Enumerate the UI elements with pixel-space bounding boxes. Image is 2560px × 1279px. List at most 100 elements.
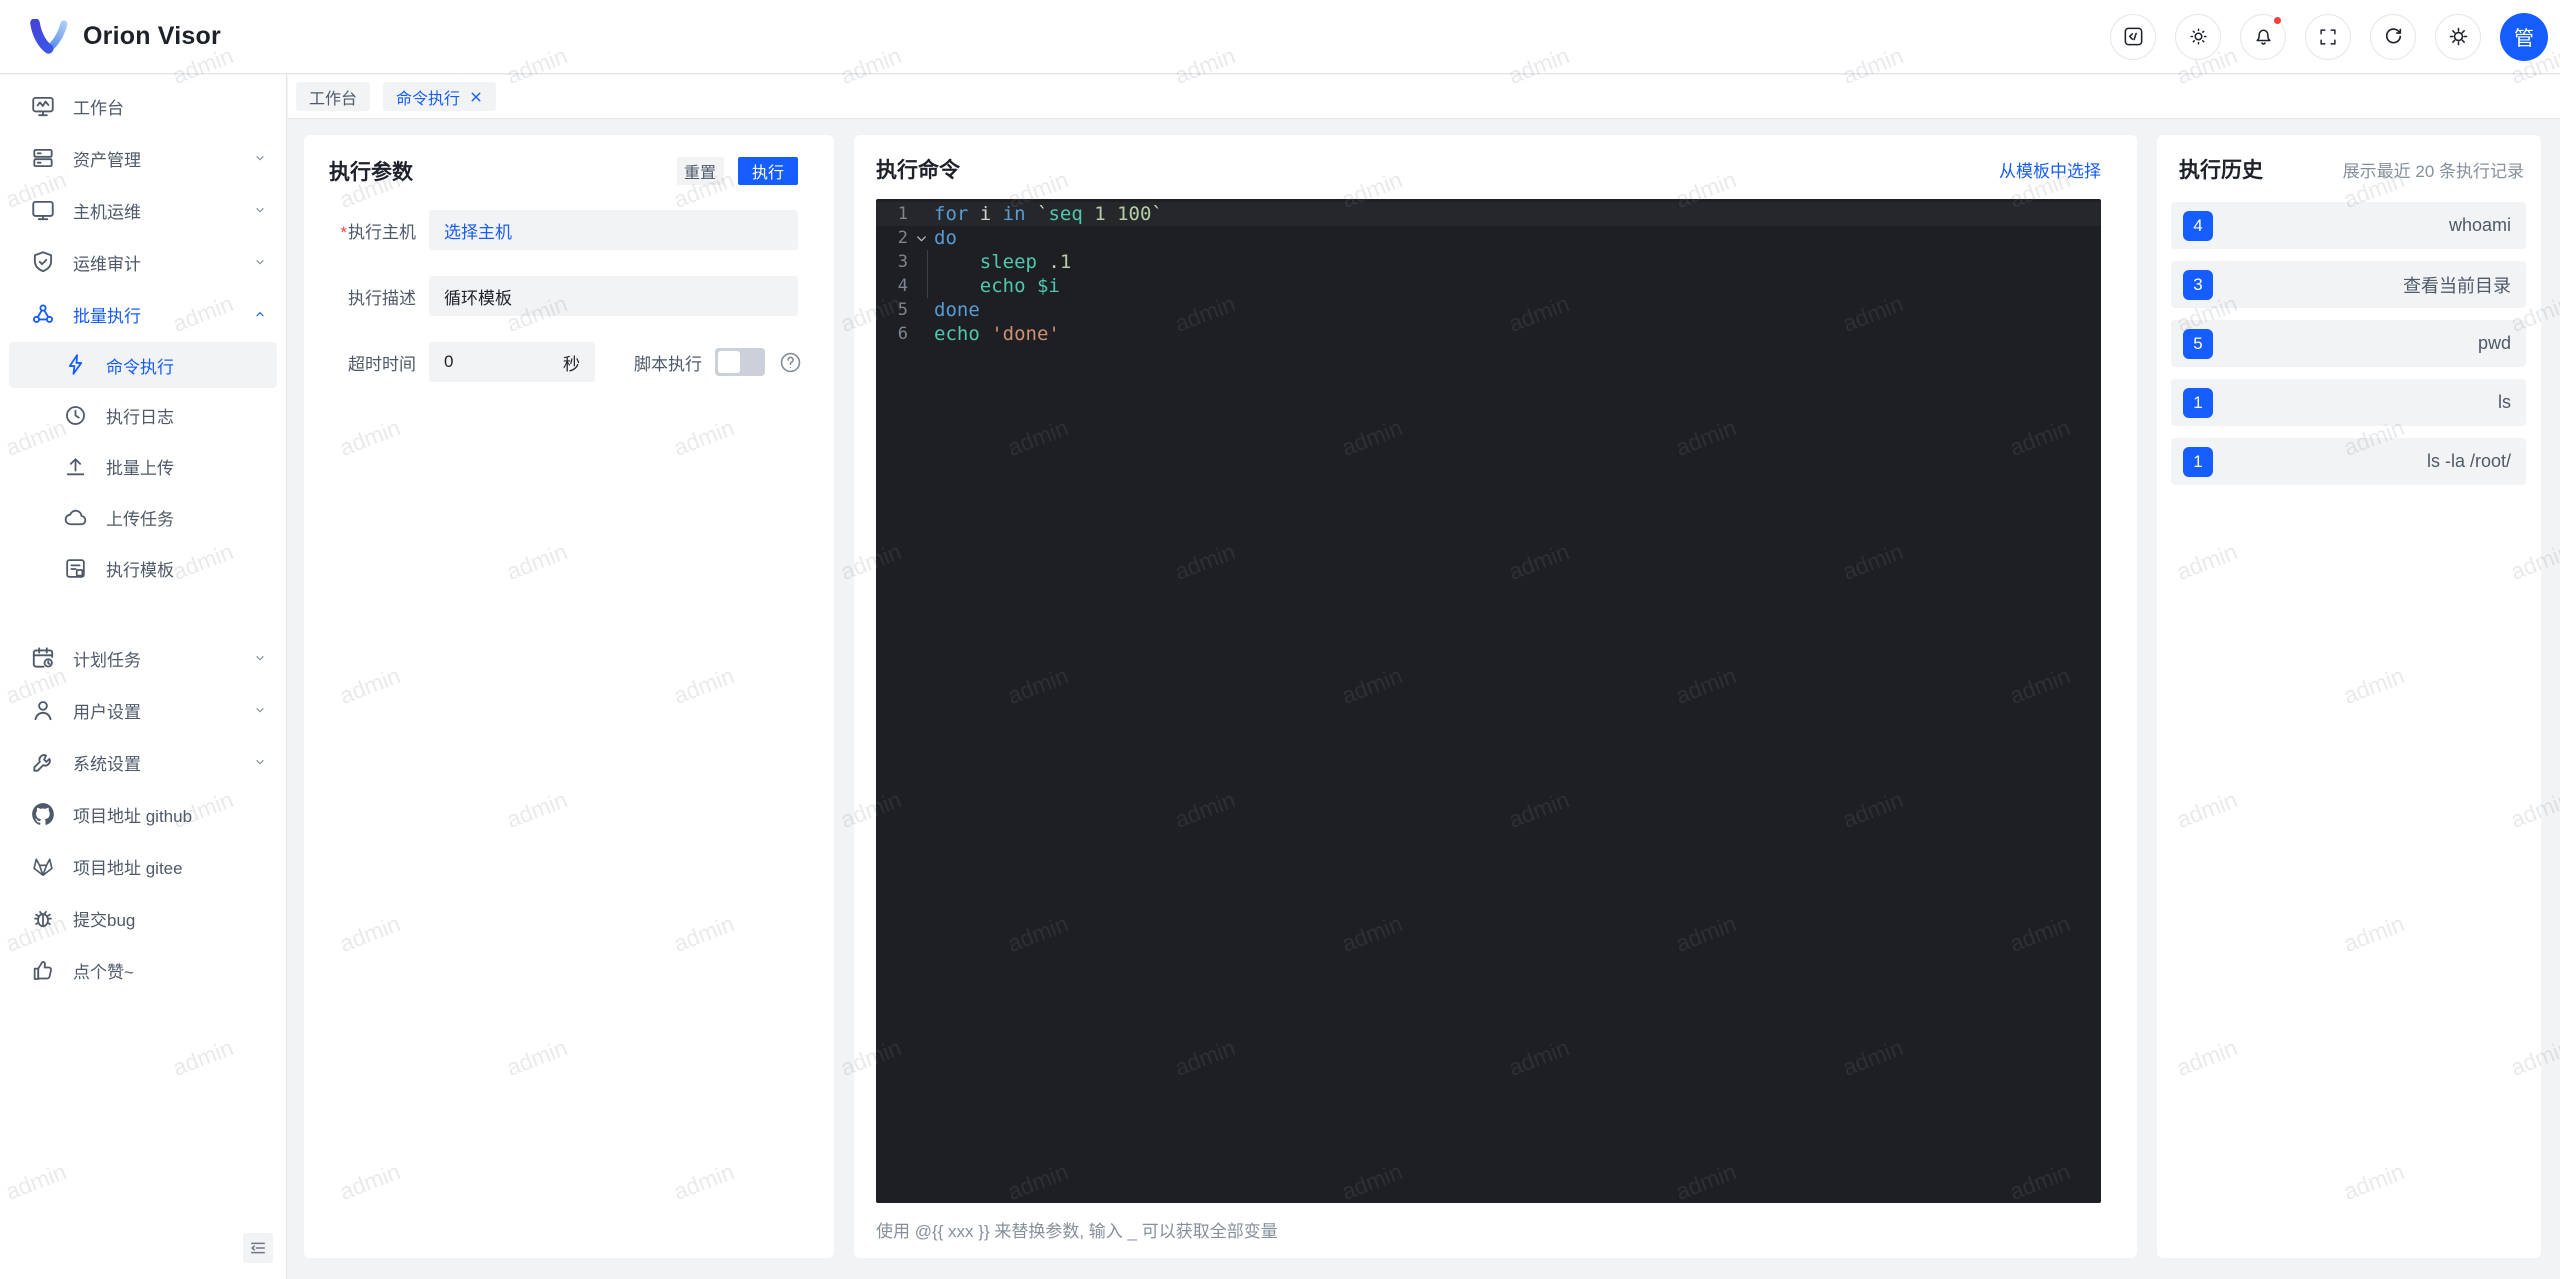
history-item[interactable]: 5 pwd xyxy=(2171,320,2526,367)
panel-title: 执行命令 xyxy=(876,159,960,182)
host-select-field[interactable]: 选择主机 xyxy=(429,210,798,250)
sidebar-item-user-settings[interactable]: 用户设置 xyxy=(0,684,286,736)
code-text: echo $i xyxy=(979,275,1060,297)
fold-gutter xyxy=(908,322,934,346)
sidebar-item-label: 执行日志 xyxy=(106,408,174,427)
sidebar-item-schedule[interactable]: 计划任务 xyxy=(0,632,286,684)
sidebar-item-system-settings[interactable]: 系统设置 xyxy=(0,736,286,788)
editor-line[interactable]: 5 done xyxy=(876,298,2101,322)
code-square-icon[interactable] xyxy=(2110,13,2156,60)
refresh-icon[interactable] xyxy=(2370,13,2416,60)
exec-history-panel: 执行历史 展示最近 20 条执行记录 4 whoami 3 查看当前目录 5 p… xyxy=(2157,135,2541,1258)
theme-sun-icon[interactable] xyxy=(2175,13,2221,60)
github-icon xyxy=(30,801,56,827)
history-item[interactable]: 1 ls xyxy=(2171,379,2526,426)
run-button[interactable]: 执行 xyxy=(738,157,798,185)
user-avatar[interactable]: 管 xyxy=(2500,12,2548,61)
chevron-up-icon xyxy=(252,306,268,322)
sidebar-item-exec-log[interactable]: 执行日志 xyxy=(0,390,286,441)
sidebar-item-command-exec[interactable]: 命令执行 xyxy=(9,342,277,388)
history-command: whoami xyxy=(2448,215,2511,235)
sidebar-item-batch-exec[interactable]: 批量执行 xyxy=(0,288,286,340)
workbench-icon xyxy=(30,93,56,119)
line-number: 4 xyxy=(897,276,908,296)
desc-value: 循环模板 xyxy=(444,288,512,308)
batch-exec-submenu: 命令执行 执行日志 批量上传 上传任务 执行模板 xyxy=(0,342,286,594)
tab-bar: 工作台 命令执行 xyxy=(288,75,2560,119)
sidebar-item-exec-template[interactable]: 执行模板 xyxy=(0,543,286,594)
chevron-down-icon xyxy=(252,702,268,718)
fold-chevron-icon[interactable] xyxy=(908,226,934,250)
calendar-clock-icon xyxy=(30,645,56,671)
code-text: do xyxy=(934,227,957,249)
select-host-link[interactable]: 选择主机 xyxy=(444,218,512,243)
sidebar-item-assets[interactable]: 资产管理 xyxy=(0,132,286,184)
menu-fold-icon xyxy=(251,1242,265,1254)
script-exec-toggle[interactable] xyxy=(715,348,765,376)
sidebar-item-like[interactable]: 点个赞~ xyxy=(0,944,286,996)
editor-line[interactable]: 4 echo $i xyxy=(876,274,2101,298)
sidebar-item-batch-upload[interactable]: 批量上传 xyxy=(0,441,286,492)
code-text: echo 'done' xyxy=(934,323,1060,345)
sidebar-item-gitee[interactable]: 项目地址 gitee xyxy=(0,840,286,892)
fold-gutter xyxy=(908,298,934,322)
gitee-icon xyxy=(30,853,56,879)
editor-line[interactable]: 2 do xyxy=(876,226,2101,250)
sidebar-item-bug-report[interactable]: 提交bug xyxy=(0,892,286,944)
history-item[interactable]: 1 ls -la /root/ xyxy=(2171,438,2526,485)
history-item[interactable]: 4 whoami xyxy=(2171,202,2526,249)
app-logo: Orion Visor xyxy=(28,18,221,55)
editor-line[interactable]: 1 for i in `seq 1 100` xyxy=(876,202,2101,226)
sidebar-item-label: 批量执行 xyxy=(73,306,141,326)
editor-line[interactable]: 3 sleep .1 xyxy=(876,250,2101,274)
panel-title: 执行参数 xyxy=(329,161,413,184)
sidebar: 工作台 资产管理 主机运维 运维审计 批量执行 命令执行 执行日志 批量上传 上… xyxy=(0,75,287,1279)
clock-history-icon xyxy=(63,403,89,429)
sidebar-item-label: 项目地址 gitee xyxy=(73,858,183,878)
tab-workbench[interactable]: 工作台 xyxy=(296,82,371,111)
sidebar-item-github[interactable]: 项目地址 github xyxy=(0,788,286,840)
code-text: for i in `seq 1 100` xyxy=(934,203,1163,225)
sidebar-item-ops-audit[interactable]: 运维审计 xyxy=(0,236,286,288)
line-number: 6 xyxy=(897,324,908,344)
desc-input[interactable]: 循环模板 xyxy=(429,276,798,316)
template-file-icon xyxy=(63,556,89,582)
settings-gear-icon[interactable] xyxy=(2435,13,2481,60)
help-circle-icon[interactable] xyxy=(778,350,803,375)
sidebar-item-workbench[interactable]: 工作台 xyxy=(0,80,286,132)
chevron-down-icon xyxy=(252,254,268,270)
history-command: ls -la /root/ xyxy=(2426,451,2511,471)
sidebar-item-upload-tasks[interactable]: 上传任务 xyxy=(0,492,286,543)
bug-icon xyxy=(30,905,56,931)
editor-line[interactable]: 6 echo 'done' xyxy=(876,322,2101,346)
history-item[interactable]: 3 查看当前目录 xyxy=(2171,261,2526,308)
line-number: 5 xyxy=(897,300,908,320)
reset-button[interactable]: 重置 xyxy=(676,157,724,185)
sidebar-item-label: 上传任务 xyxy=(106,510,174,529)
select-from-template-link[interactable]: 从模板中选择 xyxy=(1999,157,2101,182)
history-command: 查看当前目录 xyxy=(2403,275,2511,296)
sidebar-item-label: 主机运维 xyxy=(73,202,141,222)
history-command: pwd xyxy=(2477,333,2511,353)
sidebar-collapse-button[interactable] xyxy=(243,1233,273,1263)
notification-bell-icon[interactable] xyxy=(2240,13,2286,60)
cluster-icon xyxy=(30,301,56,327)
header-actions: 管 xyxy=(2110,12,2548,61)
app-title: Orion Visor xyxy=(83,22,221,50)
notification-dot xyxy=(2272,14,2283,26)
code-editor[interactable]: 1 for i in `seq 1 100` 2 do 3 sleep .1 4 echo… xyxy=(876,199,2101,1203)
tab-close-icon[interactable] xyxy=(469,90,483,104)
chevron-down-icon xyxy=(252,150,268,166)
chevron-down-icon xyxy=(252,202,268,218)
line-number: 1 xyxy=(897,204,908,224)
fold-gutter xyxy=(908,274,934,298)
sidebar-item-host-ops[interactable]: 主机运维 xyxy=(0,184,286,236)
tab-command-exec[interactable]: 命令执行 xyxy=(383,82,497,111)
line-number: 3 xyxy=(897,252,908,272)
exec-params-panel: 执行参数 重置 执行 *执行主机 选择主机 执行描述 循环模板 超时时间 0 秒… xyxy=(304,135,834,1258)
timeout-input[interactable]: 0 秒 xyxy=(429,342,595,382)
shield-check-icon xyxy=(30,249,56,275)
desc-field-row: 执行描述 循环模板 xyxy=(329,276,798,316)
fullscreen-icon[interactable] xyxy=(2305,13,2351,60)
history-command: ls xyxy=(2498,392,2511,412)
